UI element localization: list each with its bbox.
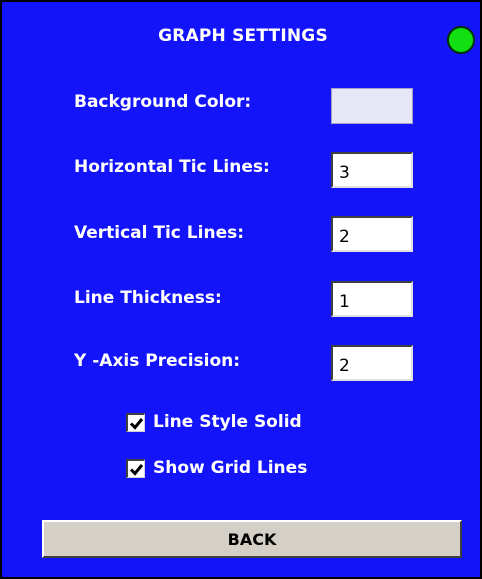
line-thickness-input[interactable] (331, 281, 413, 317)
horizontal-tic-lines-input[interactable] (331, 152, 413, 188)
vertical-tic-lines-label: Vertical Tic Lines: (74, 223, 245, 243)
show-grid-lines-label: Show Grid Lines (153, 458, 308, 478)
background-color-swatch[interactable] (331, 88, 413, 124)
line-style-solid-option[interactable]: Line Style Solid (126, 410, 302, 434)
line-style-solid-checkbox[interactable] (126, 412, 145, 432)
background-color-label: Background Color: (74, 92, 252, 112)
graph-settings-panel: GRAPH SETTINGS Background Color: Horizon… (0, 0, 482, 579)
show-grid-lines-option[interactable]: Show Grid Lines (126, 456, 307, 480)
checkmark-icon (129, 417, 144, 430)
show-grid-lines-checkbox[interactable] (126, 458, 145, 478)
vertical-tic-lines-input[interactable] (331, 216, 413, 252)
horizontal-tic-lines-label: Horizontal Tic Lines: (74, 157, 270, 177)
dialog-title: GRAPH SETTINGS (158, 26, 328, 46)
y-axis-precision-label: Y -Axis Precision: (74, 351, 241, 371)
status-indicator-icon (447, 26, 475, 54)
line-thickness-label: Line Thickness: (74, 288, 222, 308)
line-style-solid-label: Line Style Solid (153, 412, 302, 432)
y-axis-precision-input[interactable] (331, 345, 413, 381)
back-button[interactable]: BACK (42, 520, 462, 558)
checkmark-icon (129, 463, 144, 476)
